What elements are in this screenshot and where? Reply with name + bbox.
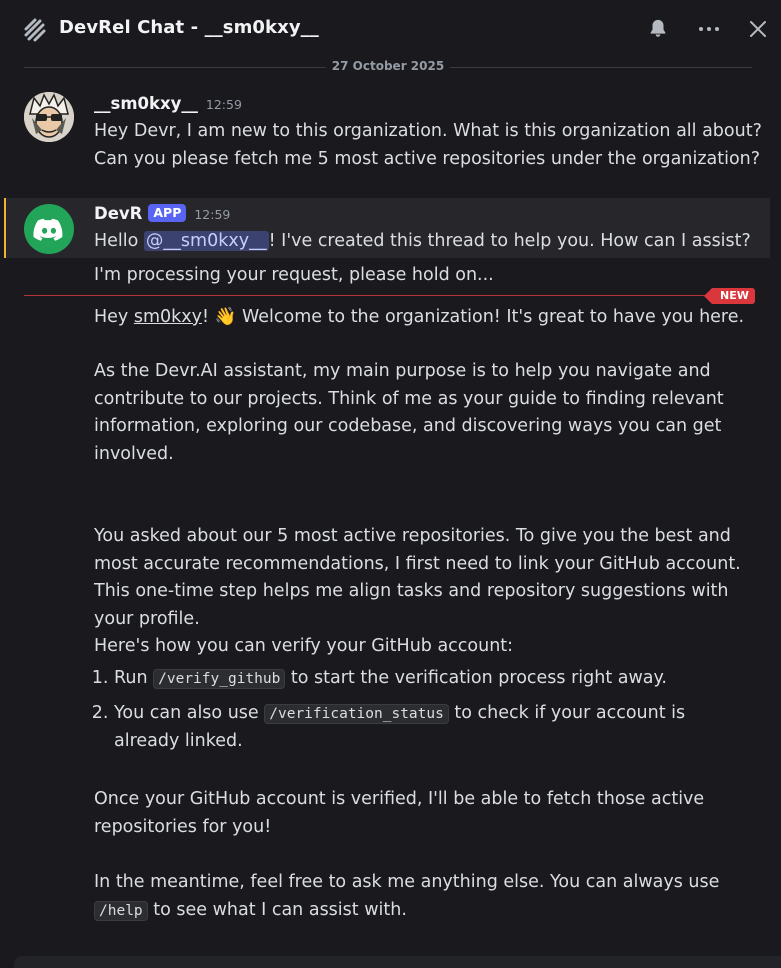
close-button[interactable]: [745, 16, 771, 42]
reply-paragraph: Here's how you can verify your GitHub ac…: [94, 636, 514, 656]
username-link[interactable]: sm0kxy: [134, 307, 202, 327]
reply-paragraph: Once your GitHub account is verified, I'…: [94, 789, 705, 837]
text: Hello: [94, 231, 144, 251]
message-line: Hello @__sm0kxy__! I've created this thr…: [94, 228, 764, 256]
user-mention[interactable]: @__sm0kxy__: [143, 231, 269, 251]
text: !: [202, 307, 215, 327]
thread-header: DevRel Chat - __sm0kxy__: [0, 0, 781, 60]
date-divider: 27 October 2025: [24, 59, 752, 73]
wave-emoji: 👋: [214, 307, 237, 327]
user-avatar-image: [24, 92, 74, 142]
text: Run: [114, 668, 154, 688]
text: You can also use: [114, 702, 265, 723]
message-bot: DevR APP 12:59 Hello @__sm0kxy__! I've cre…: [0, 198, 781, 288]
message-content: Hello @__sm0kxy__! I've created this thr…: [94, 228, 764, 289]
message-content: Hey Devr, I am new to this organization.…: [94, 118, 764, 173]
notification-bell-button[interactable]: [645, 16, 671, 42]
timestamp: 12:59: [205, 97, 242, 112]
author-name[interactable]: __sm0kxy__: [94, 94, 198, 113]
inline-code: /help: [94, 900, 148, 921]
discord-logo-icon: [33, 218, 63, 241]
message-line: Hey Devr, I am new to this organization.…: [94, 121, 762, 141]
reply-paragraph: You asked about our 5 most active reposi…: [94, 526, 741, 629]
inline-code: /verify_github: [153, 669, 286, 689]
new-messages-divider: [24, 295, 746, 296]
timestamp: 12:59: [194, 207, 231, 222]
message-input-area[interactable]: [14, 956, 781, 968]
app-badge: APP: [148, 204, 187, 222]
bell-icon: [650, 19, 666, 37]
text: Hey: [94, 307, 134, 327]
more-icon: [699, 27, 719, 31]
date-label: 27 October 2025: [325, 59, 451, 73]
list-item: Run /verify_github to start the verifica…: [114, 665, 754, 694]
reply-paragraph: As the Devr.AI assistant, my main purpos…: [94, 361, 724, 464]
reply-paragraph: In the meantime, feel free to ask me any…: [94, 869, 754, 925]
text: ! I've created this thread to help you. …: [268, 231, 751, 251]
new-badge: NEW: [704, 288, 755, 304]
text: to see what I can assist with.: [147, 899, 407, 920]
inline-code: /verification_status: [264, 703, 449, 724]
avatar[interactable]: [24, 204, 74, 254]
thread-title: DevRel Chat - __sm0kxy__: [59, 17, 319, 38]
text: to start the verification process right …: [285, 668, 667, 688]
verification-steps-list: Run /verify_github to start the verifica…: [94, 665, 754, 756]
reply-paragraph: Hey sm0kxy! 👋 Welcome to the organizatio…: [94, 304, 754, 332]
message-user: __sm0kxy__ 12:59 Hey Devr, I am new to th…: [0, 88, 781, 188]
text: In the meantime, feel free to ask me any…: [94, 872, 720, 892]
more-options-button[interactable]: [696, 16, 722, 42]
list-item: You can also use /verification_status to…: [114, 700, 754, 756]
message-line: Can you please fetch me 5 most active re…: [94, 148, 761, 169]
author-name[interactable]: DevR: [94, 204, 142, 223]
processing-line: I'm processing your request, please hold…: [94, 264, 494, 285]
thread-icon: [24, 18, 46, 42]
close-icon: [750, 21, 766, 37]
avatar[interactable]: [24, 92, 74, 142]
text: Welcome to the organization! It's great …: [236, 307, 745, 327]
